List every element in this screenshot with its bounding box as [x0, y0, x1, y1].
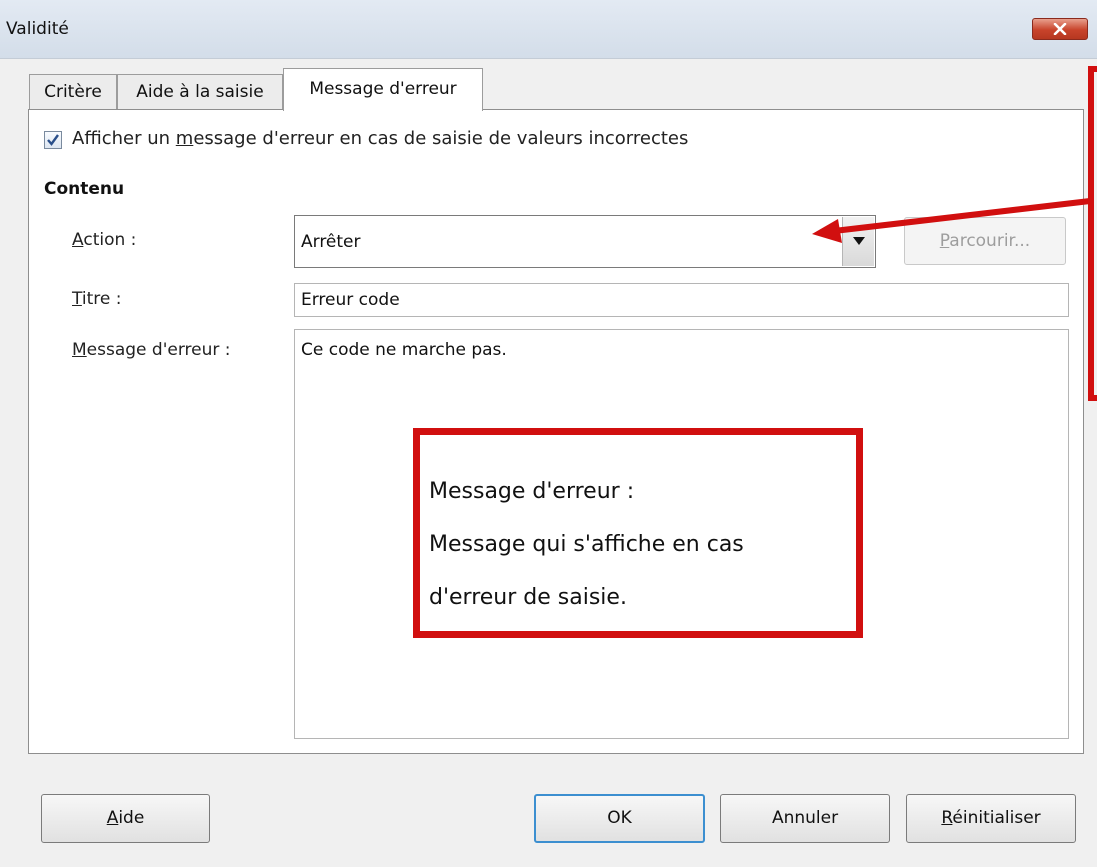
tab-label: Aide à la saisie: [136, 82, 264, 102]
label-part: itre :: [81, 289, 122, 309]
action-select[interactable]: Arrêter: [294, 215, 876, 268]
action-select-value: Arrêter: [301, 232, 361, 252]
cancel-button[interactable]: Annuler: [720, 794, 890, 843]
label-mnemonic: A: [72, 230, 84, 250]
tab-critere[interactable]: Critère: [29, 74, 117, 110]
label-part: ide: [118, 808, 145, 828]
label-part: Afficher un: [72, 128, 176, 149]
ok-button[interactable]: OK: [534, 794, 705, 843]
tab-message-erreur[interactable]: Message d'erreur: [283, 68, 483, 111]
browse-button[interactable]: Parcourir...: [904, 217, 1066, 265]
message-label: Message d'erreur :: [72, 340, 231, 360]
section-contenu: Contenu: [44, 179, 125, 199]
label-mnemonic: A: [106, 808, 119, 828]
title-label: Titre :: [72, 289, 121, 309]
label-part: essage d'erreur :: [86, 340, 231, 360]
annotation-line: Message qui s'affiche en cas: [429, 532, 744, 557]
close-button[interactable]: [1032, 18, 1088, 40]
label-part: essage d'erreur en cas de saisie de vale…: [193, 128, 689, 149]
reset-button[interactable]: Réinitialiser: [906, 794, 1076, 843]
label-part: arcourir...: [949, 231, 1031, 251]
label-mnemonic: m: [175, 128, 194, 149]
label-mnemonic: R: [941, 808, 953, 828]
title-input[interactable]: Erreur code: [294, 283, 1069, 317]
annotation-side-box: [1088, 66, 1097, 401]
close-icon: [1053, 23, 1067, 35]
action-label: Action :: [72, 230, 136, 250]
action-dropdown-button[interactable]: [842, 217, 874, 266]
annotation-note: Message d'erreur : Message qui s'affiche…: [413, 428, 863, 638]
chevron-down-icon: [853, 237, 865, 245]
tab-label: Message d'erreur: [309, 79, 457, 99]
label-part: éinitialiser: [952, 808, 1041, 828]
show-error-checkbox-label[interactable]: Afficher un message d'erreur en cas de s…: [72, 128, 688, 149]
tab-label: Critère: [44, 82, 102, 102]
show-error-checkbox[interactable]: [44, 131, 62, 149]
label-mnemonic: T: [72, 289, 82, 309]
label-mnemonic: P: [939, 231, 950, 251]
title-bar[interactable]: Validité: [0, 0, 1097, 59]
label-mnemonic: M: [72, 340, 87, 360]
dialog-title: Validité: [6, 19, 69, 39]
checkmark-icon: [47, 134, 59, 146]
annotation-line: Message d'erreur :: [429, 479, 635, 504]
help-button[interactable]: Aide: [41, 794, 210, 843]
tab-aide-saisie[interactable]: Aide à la saisie: [117, 74, 283, 110]
label-part: ction :: [83, 230, 137, 250]
annotation-line: d'erreur de saisie.: [429, 585, 627, 610]
